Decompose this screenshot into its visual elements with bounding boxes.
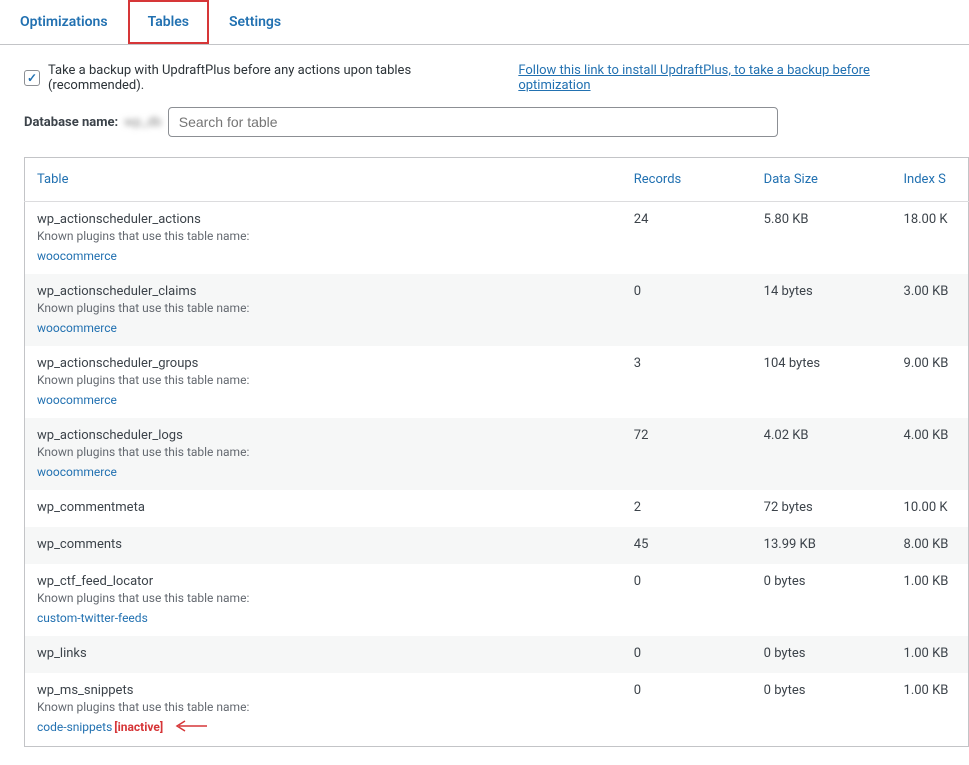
known-plugins-label: Known plugins that use this table name: <box>37 591 614 605</box>
table-name: wp_commentmeta <box>37 500 614 515</box>
cell-records: 0 <box>624 636 754 673</box>
table-name: wp_actionscheduler_logs <box>37 428 614 443</box>
known-plugins-label: Known plugins that use this table name: <box>37 229 614 243</box>
cell-records: 45 <box>624 527 754 564</box>
backup-row: Take a backup with UpdraftPlus before an… <box>24 63 945 93</box>
table-name: wp_actionscheduler_groups <box>37 356 614 371</box>
cell-records: 0 <box>624 274 754 346</box>
table-row: wp_ctf_feed_locator Known plugins that us… <box>25 564 969 636</box>
inactive-tag: [inactive] <box>114 720 163 734</box>
col-header-table[interactable]: Table <box>25 158 624 202</box>
table-row: wp_actionscheduler_logs Known plugins tha… <box>25 418 969 490</box>
table-row: wp_comments 4513.99 KB8.00 KB <box>25 527 969 564</box>
table-name: wp_ms_snippets <box>37 683 614 698</box>
table-row: wp_actionscheduler_groups Known plugins t… <box>25 346 969 418</box>
cell-records: 24 <box>624 202 754 275</box>
table-row: wp_ms_snippets Known plugins that use thi… <box>25 673 969 746</box>
cell-datasize: 104 bytes <box>754 346 894 418</box>
cell-datasize: 5.80 KB <box>754 202 894 275</box>
plugin-link[interactable]: woocommerce <box>37 465 117 479</box>
table-row: wp_commentmeta 272 bytes10.00 K <box>25 490 969 527</box>
cell-table: wp_actionscheduler_groups Known plugins t… <box>25 346 624 418</box>
cell-records: 0 <box>624 673 754 746</box>
cell-indexsize: 4.00 KB <box>894 418 969 490</box>
known-plugins-label: Known plugins that use this table name: <box>37 373 614 387</box>
backup-checkbox[interactable] <box>24 70 40 86</box>
cell-table: wp_links <box>25 636 624 673</box>
plugin-link[interactable]: woocommerce <box>37 321 117 335</box>
cell-records: 3 <box>624 346 754 418</box>
annotation-arrow-icon <box>173 720 207 736</box>
tab-optimizations[interactable]: Optimizations <box>0 0 128 44</box>
plugin-link[interactable]: woocommerce <box>37 249 117 263</box>
cell-table: wp_comments <box>25 527 624 564</box>
table-row: wp_links 00 bytes1.00 KB <box>25 636 969 673</box>
tabs-bar: Optimizations Tables Settings <box>0 0 969 45</box>
plugin-link[interactable]: woocommerce <box>37 393 117 407</box>
table-name: wp_ctf_feed_locator <box>37 574 614 589</box>
cell-indexsize: 1.00 KB <box>894 564 969 636</box>
known-plugins-label: Known plugins that use this table name: <box>37 700 614 714</box>
cell-datasize: 13.99 KB <box>754 527 894 564</box>
col-header-datasize[interactable]: Data Size <box>754 158 894 202</box>
cell-table: wp_ms_snippets Known plugins that use thi… <box>25 673 624 746</box>
cell-indexsize: 3.00 KB <box>894 274 969 346</box>
cell-table: wp_actionscheduler_logs Known plugins tha… <box>25 418 624 490</box>
table-row: wp_actionscheduler_actions Known plugins … <box>25 202 969 275</box>
cell-datasize: 0 bytes <box>754 564 894 636</box>
plugin-link[interactable]: code-snippets <box>37 720 112 734</box>
content-area: Take a backup with UpdraftPlus before an… <box>0 45 969 765</box>
cell-indexsize: 8.00 KB <box>894 527 969 564</box>
tab-tables[interactable]: Tables <box>128 0 209 44</box>
table-row: wp_actionscheduler_claims Known plugins t… <box>25 274 969 346</box>
tab-settings[interactable]: Settings <box>209 0 301 44</box>
backup-install-link[interactable]: Follow this link to install UpdraftPlus,… <box>518 63 945 93</box>
cell-table: wp_actionscheduler_claims Known plugins t… <box>25 274 624 346</box>
cell-indexsize: 9.00 KB <box>894 346 969 418</box>
cell-indexsize: 10.00 K <box>894 490 969 527</box>
known-plugins-label: Known plugins that use this table name: <box>37 301 614 315</box>
cell-datasize: 0 bytes <box>754 636 894 673</box>
tables-table: Table Records Data Size Index S wp_actio… <box>24 157 969 747</box>
known-plugins-label: Known plugins that use this table name: <box>37 445 614 459</box>
cell-table: wp_ctf_feed_locator Known plugins that us… <box>25 564 624 636</box>
table-name: wp_actionscheduler_actions <box>37 212 614 227</box>
cell-datasize: 4.02 KB <box>754 418 894 490</box>
table-name: wp_actionscheduler_claims <box>37 284 614 299</box>
cell-indexsize: 1.00 KB <box>894 636 969 673</box>
cell-datasize: 72 bytes <box>754 490 894 527</box>
dbname-label: Database name: <box>24 115 118 130</box>
table-name: wp_links <box>37 646 614 661</box>
search-input[interactable] <box>168 107 778 137</box>
cell-records: 72 <box>624 418 754 490</box>
plugin-link[interactable]: custom-twitter-feeds <box>37 611 148 625</box>
cell-records: 0 <box>624 564 754 636</box>
col-header-records[interactable]: Records <box>624 158 754 202</box>
dbname-row: Database name: wp_db <box>24 107 945 137</box>
cell-records: 2 <box>624 490 754 527</box>
dbname-value: wp_db <box>124 115 162 130</box>
col-header-indexsize[interactable]: Index S <box>894 158 969 202</box>
table-name: wp_comments <box>37 537 614 552</box>
backup-label: Take a backup with UpdraftPlus before an… <box>48 63 510 93</box>
cell-indexsize: 1.00 KB <box>894 673 969 746</box>
cell-indexsize: 18.00 K <box>894 202 969 275</box>
cell-datasize: 0 bytes <box>754 673 894 746</box>
cell-table: wp_actionscheduler_actions Known plugins … <box>25 202 624 275</box>
cell-table: wp_commentmeta <box>25 490 624 527</box>
cell-datasize: 14 bytes <box>754 274 894 346</box>
